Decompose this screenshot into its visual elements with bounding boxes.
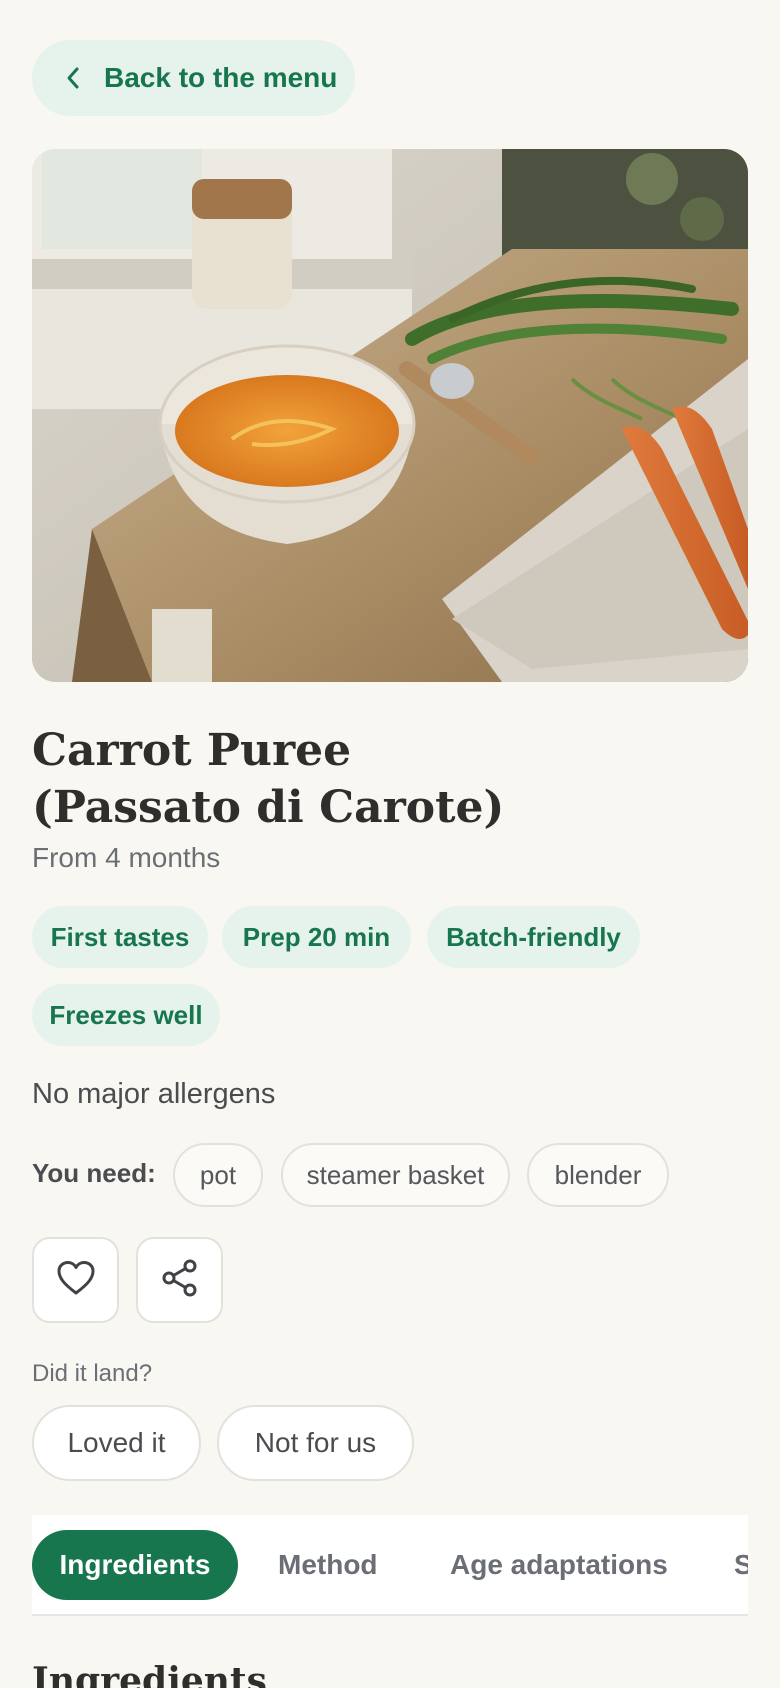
chevron-left-icon xyxy=(66,66,80,90)
back-label: Back to the menu xyxy=(104,62,338,93)
recipe-title: Carrot Puree (Passato di Carote) xyxy=(32,722,748,836)
tab-more[interactable]: S xyxy=(734,1530,748,1600)
equipment-label: You need: xyxy=(32,1158,156,1188)
tab-ingredients[interactable]: Ingredients xyxy=(32,1530,238,1600)
section-heading: Ingredients xyxy=(32,1660,267,1688)
equipment-item: blender xyxy=(527,1143,669,1207)
share-icon xyxy=(160,1258,200,1303)
recipe-tabs: Ingredients Method Age adaptations S xyxy=(32,1515,748,1616)
allergen-info: No major allergens xyxy=(32,1078,276,1110)
tag-prep-time: Prep 20 min xyxy=(222,906,411,968)
equipment-item: pot xyxy=(173,1143,263,1207)
recipe-hero-image xyxy=(32,149,748,682)
heart-icon xyxy=(56,1260,96,1301)
not-for-us-button[interactable]: Not for us xyxy=(217,1405,414,1481)
tag-freezes-well: Freezes well xyxy=(32,984,220,1046)
tab-method[interactable]: Method xyxy=(278,1530,378,1600)
equipment-item: steamer basket xyxy=(281,1143,510,1207)
tag-first-tastes: First tastes xyxy=(32,906,208,968)
tab-age-adaptations[interactable]: Age adaptations xyxy=(450,1530,668,1600)
recipe-age: From 4 months xyxy=(32,842,221,873)
back-to-menu-button[interactable]: Back to the menu xyxy=(32,40,355,116)
recipe-title-line-2: (Passato di Carote) xyxy=(32,782,505,833)
tag-batch-friendly: Batch-friendly xyxy=(427,906,640,968)
recipe-title-line-1: Carrot Puree xyxy=(32,725,352,776)
favorite-button[interactable] xyxy=(32,1237,119,1323)
loved-it-button[interactable]: Loved it xyxy=(32,1405,201,1481)
feedback-question: Did it land? xyxy=(32,1360,153,1387)
share-button[interactable] xyxy=(136,1237,223,1323)
